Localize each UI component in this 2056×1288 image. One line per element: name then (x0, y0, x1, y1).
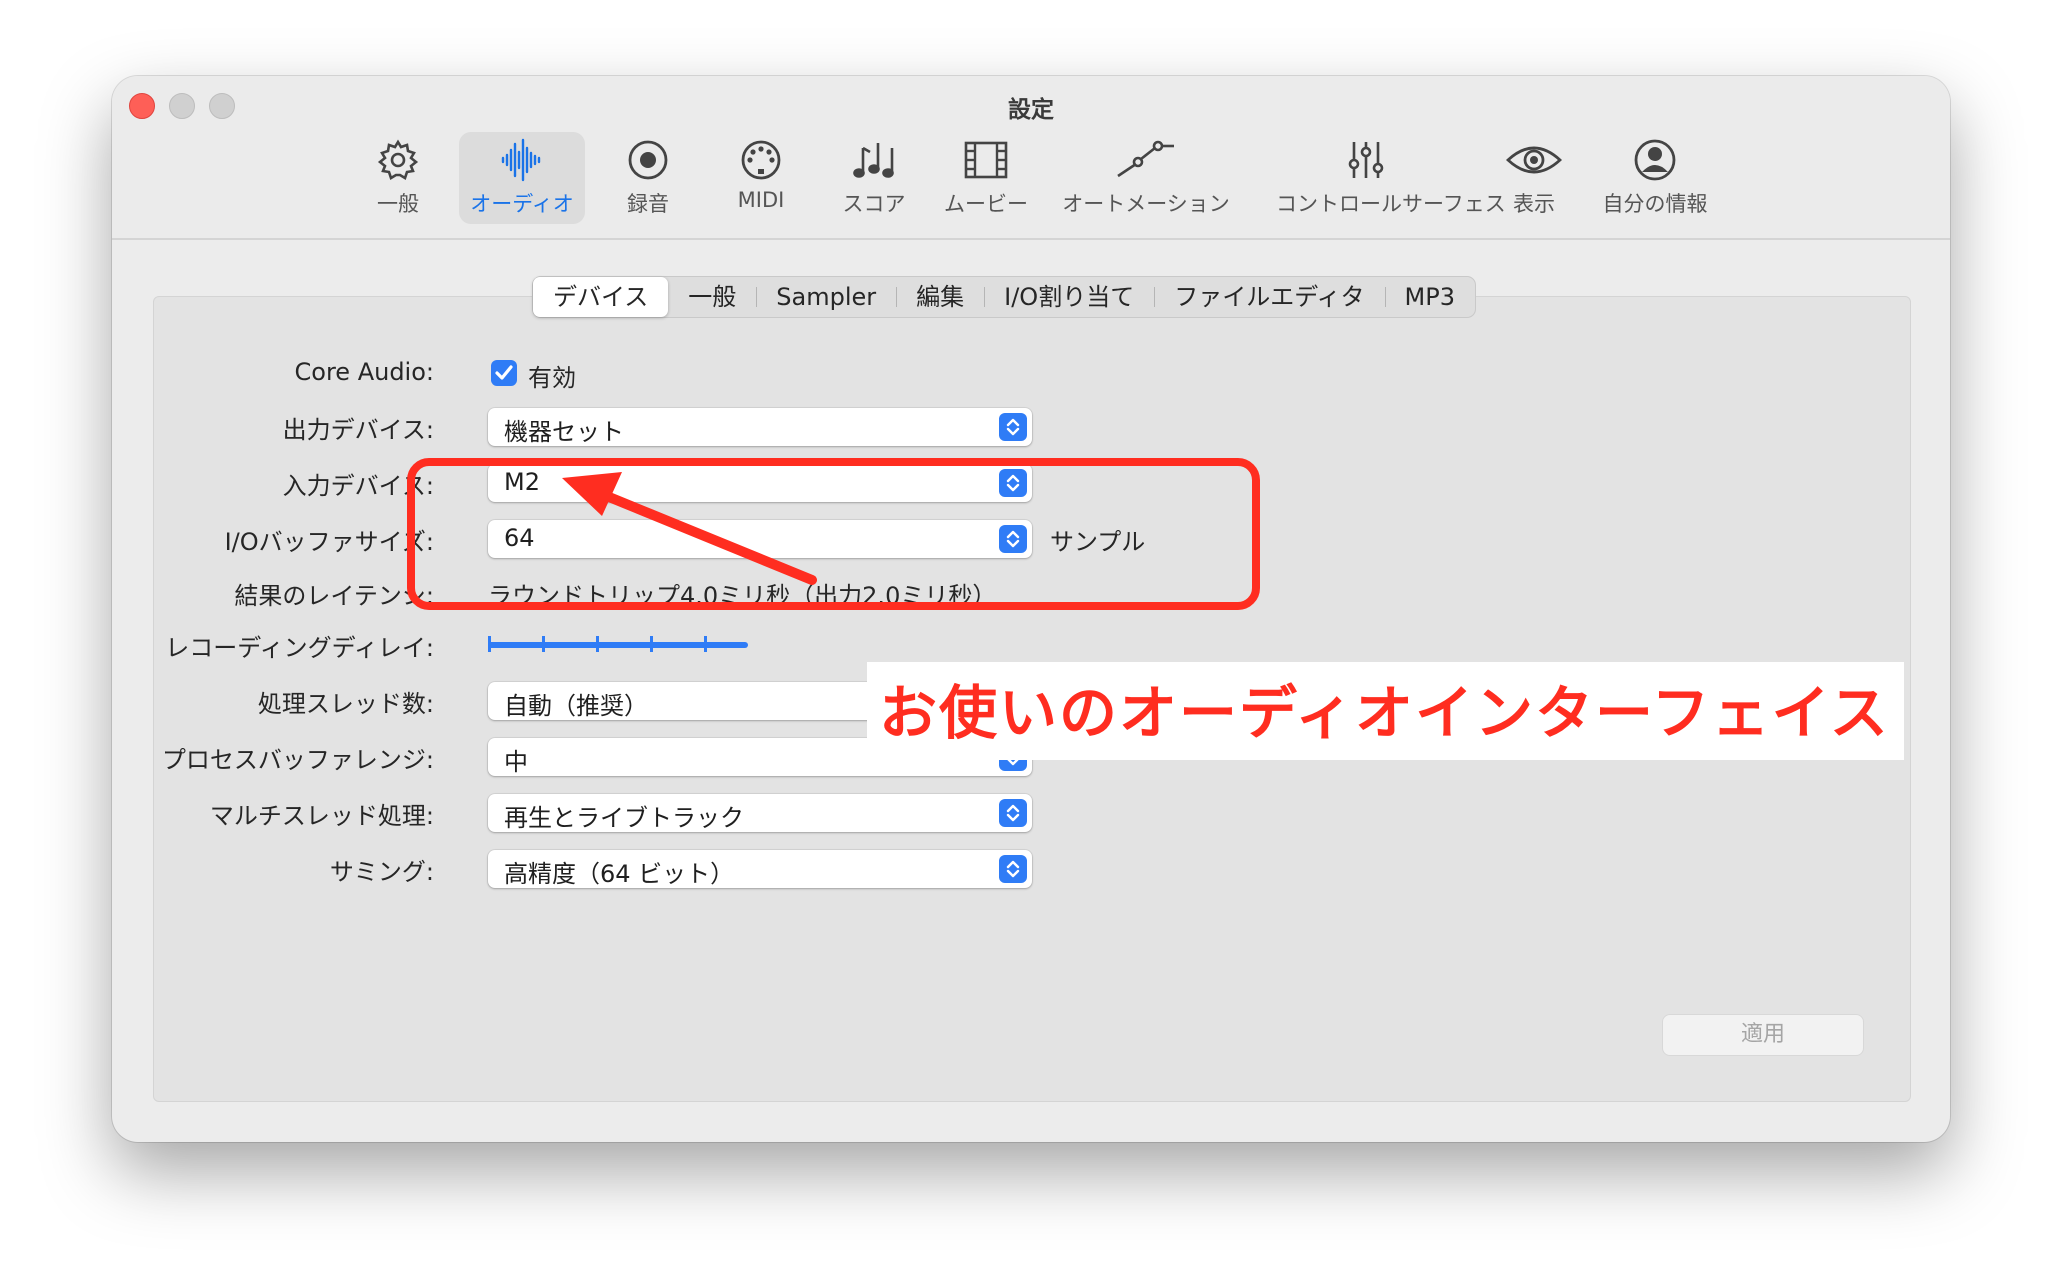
settings-window: 設定 一般 オーディオ 録音 MIDI スコア ムービー オートメーション コン… (112, 76, 1950, 1142)
annotation-arrow (562, 472, 817, 585)
annotation-text: お使いのオーディオインターフェイス (879, 679, 1890, 747)
